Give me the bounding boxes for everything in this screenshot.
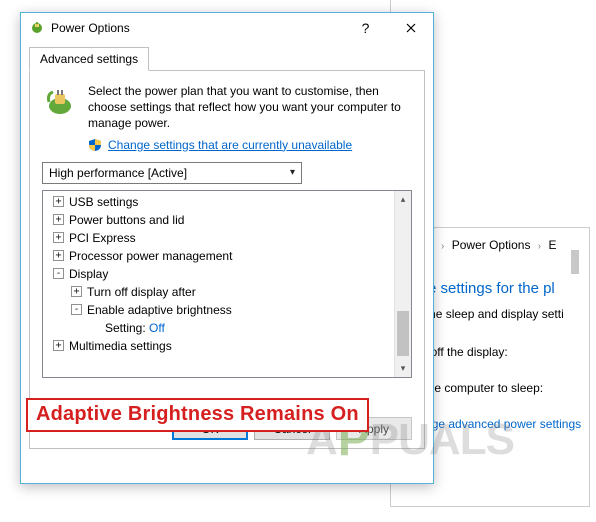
close-button[interactable] [388, 13, 433, 43]
chevron-right-icon: › [538, 241, 541, 252]
power-plan-select[interactable]: High performance [Active] ▾ [42, 162, 302, 184]
setting-value[interactable]: Off [149, 319, 165, 337]
tab-advanced-settings[interactable]: Advanced settings [29, 47, 149, 71]
dropdown-arrow-icon: ▾ [288, 167, 297, 178]
tab-strip: Advanced settings [21, 43, 433, 71]
expand-icon[interactable]: + [53, 250, 64, 261]
collapse-icon[interactable]: - [71, 304, 82, 315]
scroll-down-button[interactable]: ▾ [395, 360, 411, 377]
power-plan-icon [42, 83, 78, 119]
tree-node-display[interactable]: -Display [43, 265, 411, 283]
tree-node-turn-off-display-after[interactable]: +Turn off display after [43, 283, 411, 301]
tree-node-processor-power-management[interactable]: +Processor power management [43, 247, 411, 265]
expand-icon[interactable]: + [71, 286, 82, 297]
intro-text: Select the power plan that you want to c… [88, 83, 412, 132]
power-plan-select-value: High performance [Active] [49, 166, 288, 180]
collapse-icon[interactable]: - [53, 268, 64, 279]
expand-icon[interactable]: + [53, 232, 64, 243]
power-options-icon [29, 20, 45, 36]
expand-icon[interactable]: + [53, 196, 64, 207]
tab-content: Select the power plan that you want to c… [29, 71, 425, 449]
help-button[interactable]: ? [343, 13, 388, 43]
tree-node-usb-settings[interactable]: +USB settings [43, 193, 411, 211]
tree-node-enable-adaptive-brightness[interactable]: -Enable adaptive brightness [43, 301, 411, 319]
scrollbar-thumb[interactable] [397, 311, 409, 356]
scrollbar-thumb[interactable] [571, 250, 579, 274]
tree-node-setting-value[interactable]: Setting: Off [43, 319, 411, 337]
breadcrumb-seg: Power Options [452, 238, 531, 252]
uac-shield-icon [88, 138, 102, 152]
tree-node-power-buttons-and-lid[interactable]: +Power buttons and lid [43, 211, 411, 229]
link-change-unavailable-settings[interactable]: Change settings that are currently unava… [108, 138, 352, 152]
scroll-up-button[interactable]: ▴ [395, 191, 411, 208]
breadcrumb-seg: E [548, 238, 556, 252]
scrollbar[interactable]: ▴ ▾ [394, 191, 411, 377]
tree-node-pci-express[interactable]: +PCI Express [43, 229, 411, 247]
annotation-banner: Adaptive Brightness Remains On [26, 398, 369, 432]
titlebar: Power Options ? [21, 13, 433, 43]
expand-icon[interactable]: + [53, 340, 64, 351]
chevron-right-icon: › [441, 241, 444, 252]
tree-node-multimedia-settings[interactable]: +Multimedia settings [43, 337, 411, 355]
settings-tree: +USB settings +Power buttons and lid +PC… [42, 190, 412, 378]
expand-icon[interactable]: + [53, 214, 64, 225]
dialog-title: Power Options [51, 21, 343, 35]
